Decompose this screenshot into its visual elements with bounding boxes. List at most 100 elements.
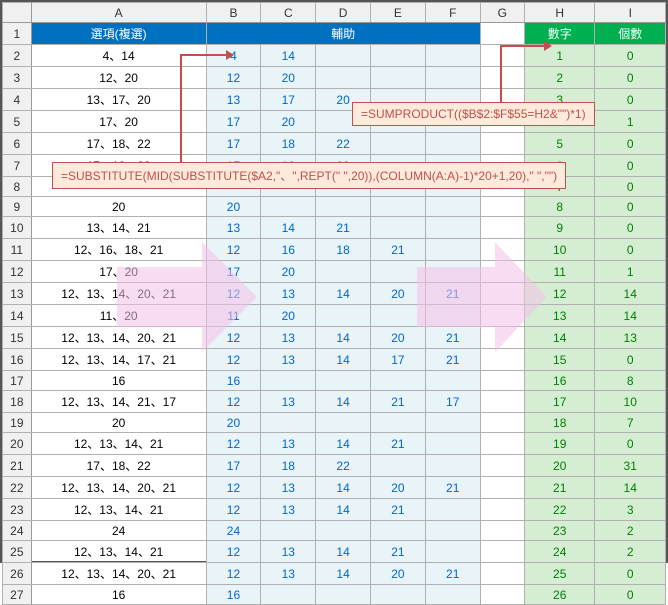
cell-count[interactable]: 0 <box>595 155 666 177</box>
cell-count[interactable]: 0 <box>595 349 666 371</box>
col-header-F[interactable]: F <box>425 3 480 23</box>
table-row[interactable]: 1312、13、14、20、2112131420211214 <box>3 283 666 305</box>
cell-aux[interactable]: 20 <box>261 261 316 283</box>
row-header[interactable]: 20 <box>3 433 32 455</box>
cell-number[interactable]: 23 <box>525 521 595 541</box>
header-count[interactable]: 個數 <box>595 23 666 45</box>
cell-aux[interactable] <box>316 45 371 67</box>
col-header-G[interactable]: G <box>480 3 524 23</box>
cell-aux[interactable] <box>425 585 480 605</box>
cell-aux[interactable]: 14 <box>316 499 371 521</box>
row-header[interactable]: 26 <box>3 563 32 585</box>
cell-aux[interactable] <box>371 455 426 477</box>
cell-aux[interactable] <box>425 197 480 217</box>
table-row[interactable]: 1217、201720111 <box>3 261 666 283</box>
cell[interactable] <box>480 433 524 455</box>
cell-aux[interactable]: 12 <box>206 541 261 563</box>
cell-aux[interactable] <box>261 197 316 217</box>
cell-aux[interactable]: 13 <box>261 283 316 305</box>
col-header-B[interactable]: B <box>206 3 261 23</box>
col-header-A[interactable]: A <box>31 3 206 23</box>
row-header[interactable]: 13 <box>3 283 32 305</box>
cell[interactable] <box>480 541 524 563</box>
table-row[interactable]: 1812、13、14、21、1712131421171710 <box>3 391 666 413</box>
cell-options[interactable]: 20 <box>31 413 206 433</box>
cell-aux[interactable] <box>261 585 316 605</box>
cell-aux[interactable]: 17 <box>206 455 261 477</box>
col-header-C[interactable]: C <box>261 3 316 23</box>
cell-aux[interactable]: 21 <box>371 433 426 455</box>
cell-aux[interactable]: 12 <box>206 477 261 499</box>
cell-aux[interactable]: 22 <box>316 455 371 477</box>
cell-count[interactable]: 14 <box>595 305 666 327</box>
row-header[interactable]: 5 <box>3 111 32 133</box>
cell-count[interactable]: 0 <box>595 563 666 585</box>
cell-aux[interactable]: 12 <box>206 391 261 413</box>
cell[interactable] <box>480 217 524 239</box>
cell-aux[interactable]: 24 <box>206 521 261 541</box>
cell-aux[interactable] <box>316 521 371 541</box>
cell-aux[interactable]: 16 <box>206 371 261 391</box>
cell-aux[interactable] <box>316 585 371 605</box>
cell-aux[interactable]: 21 <box>425 477 480 499</box>
cell-options[interactable]: 12、13、14、21 <box>31 541 206 563</box>
cell[interactable] <box>480 477 524 499</box>
cell[interactable] <box>480 391 524 413</box>
cell-aux[interactable]: 13 <box>206 217 261 239</box>
cell-aux[interactable] <box>371 371 426 391</box>
row-header[interactable]: 24 <box>3 521 32 541</box>
cell-aux[interactable]: 16 <box>261 239 316 261</box>
cell-aux[interactable] <box>371 217 426 239</box>
cell[interactable] <box>480 521 524 541</box>
cell-aux[interactable]: 21 <box>316 217 371 239</box>
row-header[interactable]: 1 <box>3 23 32 45</box>
cell-number[interactable]: 22 <box>525 499 595 521</box>
row-header[interactable]: 17 <box>3 371 32 391</box>
cell-count[interactable]: 0 <box>595 89 666 111</box>
cell-aux[interactable]: 13 <box>261 477 316 499</box>
cell-aux[interactable]: 13 <box>261 499 316 521</box>
row-header[interactable]: 25 <box>3 541 32 563</box>
cell-aux[interactable] <box>261 413 316 433</box>
cell-aux[interactable]: 14 <box>316 283 371 305</box>
cell-aux[interactable]: 12 <box>206 67 261 89</box>
table-row[interactable]: 2012、13、14、2112131421190 <box>3 433 666 455</box>
cell-aux[interactable] <box>316 413 371 433</box>
cell[interactable] <box>480 413 524 433</box>
cell[interactable] <box>480 197 524 217</box>
table-row[interactable]: 617、18、2217182250 <box>3 133 666 155</box>
cell-aux[interactable] <box>425 133 480 155</box>
row-header[interactable]: 27 <box>3 585 32 605</box>
row-header[interactable]: 18 <box>3 391 32 413</box>
cell-aux[interactable] <box>425 67 480 89</box>
cell-number[interactable]: 25 <box>525 563 595 585</box>
cell-options[interactable]: 12、13、14、20、21 <box>31 477 206 499</box>
cell-aux[interactable]: 14 <box>316 563 371 585</box>
cell-options[interactable]: 12、13、14、21 <box>31 499 206 521</box>
cell-number[interactable]: 9 <box>525 217 595 239</box>
cell-aux[interactable] <box>371 521 426 541</box>
cell-count[interactable]: 0 <box>595 67 666 89</box>
table-row[interactable]: 24、1441410 <box>3 45 666 67</box>
col-header-H[interactable]: H <box>525 3 595 23</box>
cell-count[interactable]: 13 <box>595 327 666 349</box>
cell-number[interactable]: 16 <box>525 371 595 391</box>
cell-number[interactable]: 5 <box>525 133 595 155</box>
col-header-D[interactable]: D <box>316 3 371 23</box>
cell-options[interactable]: 12、13、14、21 <box>31 433 206 455</box>
cell-aux[interactable]: 20 <box>261 305 316 327</box>
cell-number[interactable]: 26 <box>525 585 595 605</box>
cell-options[interactable]: 12、13、14、20、21 <box>31 563 206 585</box>
cell[interactable] <box>480 585 524 605</box>
cell-count[interactable]: 1 <box>595 111 666 133</box>
cell-count[interactable]: 1 <box>595 261 666 283</box>
cell-aux[interactable]: 20 <box>371 563 426 585</box>
cell[interactable] <box>480 499 524 521</box>
cell-options[interactable]: 16 <box>31 371 206 391</box>
cell-aux[interactable]: 12 <box>206 563 261 585</box>
cell-count[interactable]: 0 <box>595 585 666 605</box>
table-row[interactable]: 2612、13、14、20、211213142021250 <box>3 563 666 585</box>
table-row[interactable]: 171616168 <box>3 371 666 391</box>
table-row[interactable]: 2212、13、14、20、2112131420212114 <box>3 477 666 499</box>
header-aux[interactable]: 輔助 <box>206 23 480 45</box>
